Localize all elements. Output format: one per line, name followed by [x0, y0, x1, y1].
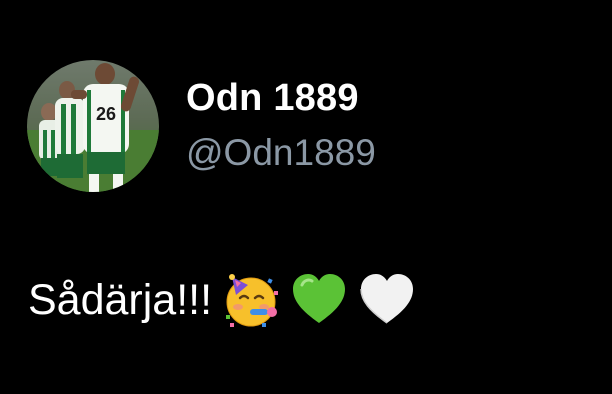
white-heart-icon: [358, 271, 416, 329]
author-display-name[interactable]: Odn 1889: [186, 76, 359, 120]
green-heart-icon: [290, 271, 348, 329]
partying-face-icon: [222, 271, 280, 329]
tweet-text: Sådärja!!!: [28, 276, 213, 324]
jersey-number: 26: [96, 104, 116, 124]
avatar[interactable]: 26: [27, 60, 159, 192]
author-handle[interactable]: @Odn1889: [186, 131, 376, 175]
tweet-body: Sådärja!!!: [28, 270, 416, 330]
avatar-photo-icon: 26: [27, 60, 159, 192]
tweet-card: 26 Odn 1889 @Odn1889 Sådärja!!!: [0, 0, 612, 394]
